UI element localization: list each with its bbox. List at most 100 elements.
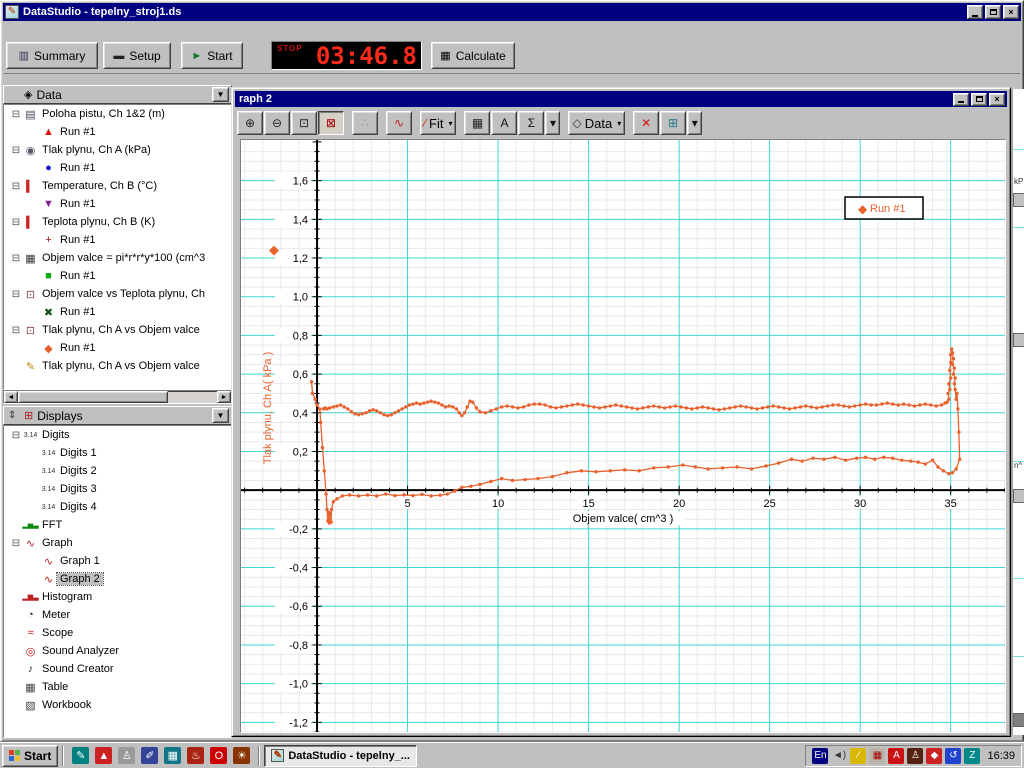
tray-sync-icon[interactable]: ↺ xyxy=(945,748,961,764)
quicklaunch-acrobat-icon[interactable]: ▲ xyxy=(95,747,112,764)
setup-button[interactable]: ▬ Setup xyxy=(103,42,171,69)
quicklaunch-flame-icon[interactable]: ☀ xyxy=(233,747,250,764)
data-tree-item[interactable]: ⊟ ⊡ Tlak plynu, Ch A vs Objem valce xyxy=(4,321,231,339)
data-tree-item[interactable]: ■ Run #1 xyxy=(4,267,231,285)
data-tree-item[interactable]: ▲ Run #1 xyxy=(4,123,231,141)
data-tree-item[interactable]: ⊟ ▤ Poloha pistu, Ch 1&2 (m) xyxy=(4,105,231,123)
lock-axes-button[interactable]: ⊠ xyxy=(318,111,344,135)
data-tree-item[interactable]: ● Run #1 xyxy=(4,159,231,177)
tree-expander-icon[interactable]: ⊟ xyxy=(10,253,22,264)
menu-item[interactable] xyxy=(36,30,50,32)
xy-tool-button[interactable]: ∴ xyxy=(352,111,378,135)
main-titlebar[interactable]: ✎ DataStudio - tepelny_stroj1.ds × xyxy=(3,3,1021,21)
scroll-left-button[interactable]: ◄ xyxy=(4,391,18,403)
graph-settings-dropdown-button[interactable]: ▾ xyxy=(687,111,702,135)
graph-titlebar[interactable]: raph 2 × xyxy=(235,91,1007,107)
keyboard-layout-indicator[interactable]: En xyxy=(812,748,828,764)
taskbar-task-button[interactable]: ✎ DataStudio - tepelny_... xyxy=(264,745,417,767)
tree-expander-icon[interactable]: ⊟ xyxy=(10,145,22,156)
display-tree-item[interactable]: 3.14 Digits 2 xyxy=(4,462,231,480)
data-panel-dropdown-button[interactable]: ▼ xyxy=(212,87,229,102)
statistics-dropdown-button[interactable]: ▾ xyxy=(545,111,560,135)
smart-tool-button[interactable]: ∿ xyxy=(386,111,412,135)
tree-expander-icon[interactable]: ⊟ xyxy=(10,181,22,192)
statistics-button[interactable]: Σ xyxy=(518,111,544,135)
display-tree-item[interactable]: ♪ Sound Creator xyxy=(4,660,231,678)
menu-item[interactable] xyxy=(52,30,66,32)
quicklaunch-notes-icon[interactable]: ✎ xyxy=(72,747,89,764)
splitter-grip-icon[interactable]: ⇕ xyxy=(8,410,16,421)
data-tree-item[interactable]: ⊟ ◉ Tlak plynu, Ch A (kPa) xyxy=(4,141,231,159)
graph-minimize-button[interactable] xyxy=(953,93,969,106)
quicklaunch-calculator-icon[interactable]: ▦ xyxy=(164,747,181,764)
displays-panel-header[interactable]: ⇕ ⊞ Displays ▼ xyxy=(3,406,232,425)
tree-expander-icon[interactable]: ⊟ xyxy=(10,325,22,336)
menu-item[interactable] xyxy=(68,30,82,32)
display-tree-item[interactable]: ◎ Sound Analyzer xyxy=(4,642,231,660)
pv-chart[interactable]: 1,61,41,21,00,80,60,40,2-0,2-0,4-0,6-0,8… xyxy=(241,140,1005,732)
close-button[interactable]: × xyxy=(1003,5,1019,19)
quicklaunch-opera-icon[interactable]: O xyxy=(210,747,227,764)
tree-expander-icon[interactable]: ⊟ xyxy=(10,109,22,120)
graph-maximize-button[interactable] xyxy=(971,93,987,106)
summary-button[interactable]: ▥ Summary xyxy=(6,42,98,69)
display-tree-item[interactable]: ⊟ ∿ Graph xyxy=(4,534,231,552)
displays-panel-dropdown-button[interactable]: ▼ xyxy=(212,408,229,423)
graph-close-button[interactable]: × xyxy=(989,93,1005,106)
tray-ati-icon[interactable]: A xyxy=(888,748,904,764)
graph-settings-button[interactable]: ⊞ xyxy=(660,111,686,135)
tray-z-icon[interactable]: Z xyxy=(964,748,980,764)
display-tree-item[interactable]: ≈ Scope xyxy=(4,624,231,642)
data-tree-item[interactable]: ⊟ ⊡ Objem valce vs Teplota plynu, Ch xyxy=(4,285,231,303)
tree-expander-icon[interactable]: ⊟ xyxy=(10,430,22,441)
scroll-thumb[interactable] xyxy=(18,391,168,403)
plot-area[interactable]: 1,61,41,21,00,80,60,40,2-0,2-0,4-0,6-0,8… xyxy=(240,139,1006,733)
data-tree-item[interactable]: ⊟ ▍ Teplota plynu, Ch B (K) xyxy=(4,213,231,231)
data-dropdown-button[interactable]: ◇ Data ▾ xyxy=(568,111,625,135)
data-tree-item[interactable]: ⊟ ▦ Objem valce = pi*r*r*y*100 (cm^3 xyxy=(4,249,231,267)
menu-item[interactable] xyxy=(20,30,34,32)
start-menu-button[interactable]: Start xyxy=(2,745,58,767)
minimize-button[interactable] xyxy=(967,5,983,19)
data-panel-header[interactable]: ◈ Data ▼ xyxy=(3,85,232,104)
tray-devil-icon[interactable]: ♙ xyxy=(907,748,923,764)
display-tree-item[interactable]: 3.14 Digits 1 xyxy=(4,444,231,462)
data-tree-item[interactable]: + Run #1 xyxy=(4,231,231,249)
start-button[interactable]: ► Start xyxy=(181,42,243,69)
volume-icon[interactable]: ◄) xyxy=(831,748,847,764)
display-tree-item[interactable]: ◔ Meter xyxy=(4,606,231,624)
calculate-button[interactable]: ▦ Calculate xyxy=(431,42,515,69)
quicklaunch-paint-icon[interactable]: ✐ xyxy=(141,747,158,764)
quicklaunch-bird-icon[interactable]: ♙ xyxy=(118,747,135,764)
display-tree-item[interactable]: ⊟ 3.14 Digits xyxy=(4,426,231,444)
quicklaunch-dragon-icon[interactable]: ♨ xyxy=(187,747,204,764)
text-button[interactable]: A xyxy=(491,111,517,135)
display-tree-item[interactable]: 3.14 Digits 3 xyxy=(4,480,231,498)
display-tree-item[interactable]: ▂▆▃ Histogram xyxy=(4,588,231,606)
calculator-button[interactable]: ▦ xyxy=(464,111,490,135)
tree-expander-icon[interactable]: ⊟ xyxy=(10,289,22,300)
restore-button[interactable] xyxy=(985,5,1001,19)
zoom-in-button[interactable]: ⊕ xyxy=(237,111,263,135)
display-tree-item[interactable]: 3.14 Digits 4 xyxy=(4,498,231,516)
data-tree-item[interactable]: ✎ Tlak plynu, Ch A vs Objem valce xyxy=(4,357,231,375)
zoom-select-button[interactable]: ⊡ xyxy=(291,111,317,135)
menu-item[interactable] xyxy=(4,30,18,32)
data-tree-item[interactable]: ⊟ ▍ Temperature, Ch B (°C) xyxy=(4,177,231,195)
data-tree-item[interactable]: ✖ Run #1 xyxy=(4,303,231,321)
display-tree-item[interactable]: ∿ Graph 2 xyxy=(4,570,231,588)
display-tree-item[interactable]: ∿ Graph 1 xyxy=(4,552,231,570)
data-tree-item[interactable]: ▼ Run #1 xyxy=(4,195,231,213)
scroll-track[interactable] xyxy=(168,391,217,403)
tray-pen-icon[interactable]: ∕ xyxy=(850,748,866,764)
display-tree-item[interactable]: ▂▅▃ FFT xyxy=(4,516,231,534)
display-tree-item[interactable]: ▧ Workbook xyxy=(4,696,231,714)
tray-diamond-icon[interactable]: ◆ xyxy=(926,748,942,764)
display-tree-item[interactable]: ▦ Table xyxy=(4,678,231,696)
menu-item[interactable] xyxy=(84,30,98,32)
tree-expander-icon[interactable]: ⊟ xyxy=(10,217,22,228)
scroll-right-button[interactable]: ► xyxy=(217,391,231,403)
tree-expander-icon[interactable]: ⊟ xyxy=(10,538,22,549)
tray-scheduler-icon[interactable]: ▦ xyxy=(869,748,885,764)
data-tree-item[interactable]: ◆ Run #1 xyxy=(4,339,231,357)
